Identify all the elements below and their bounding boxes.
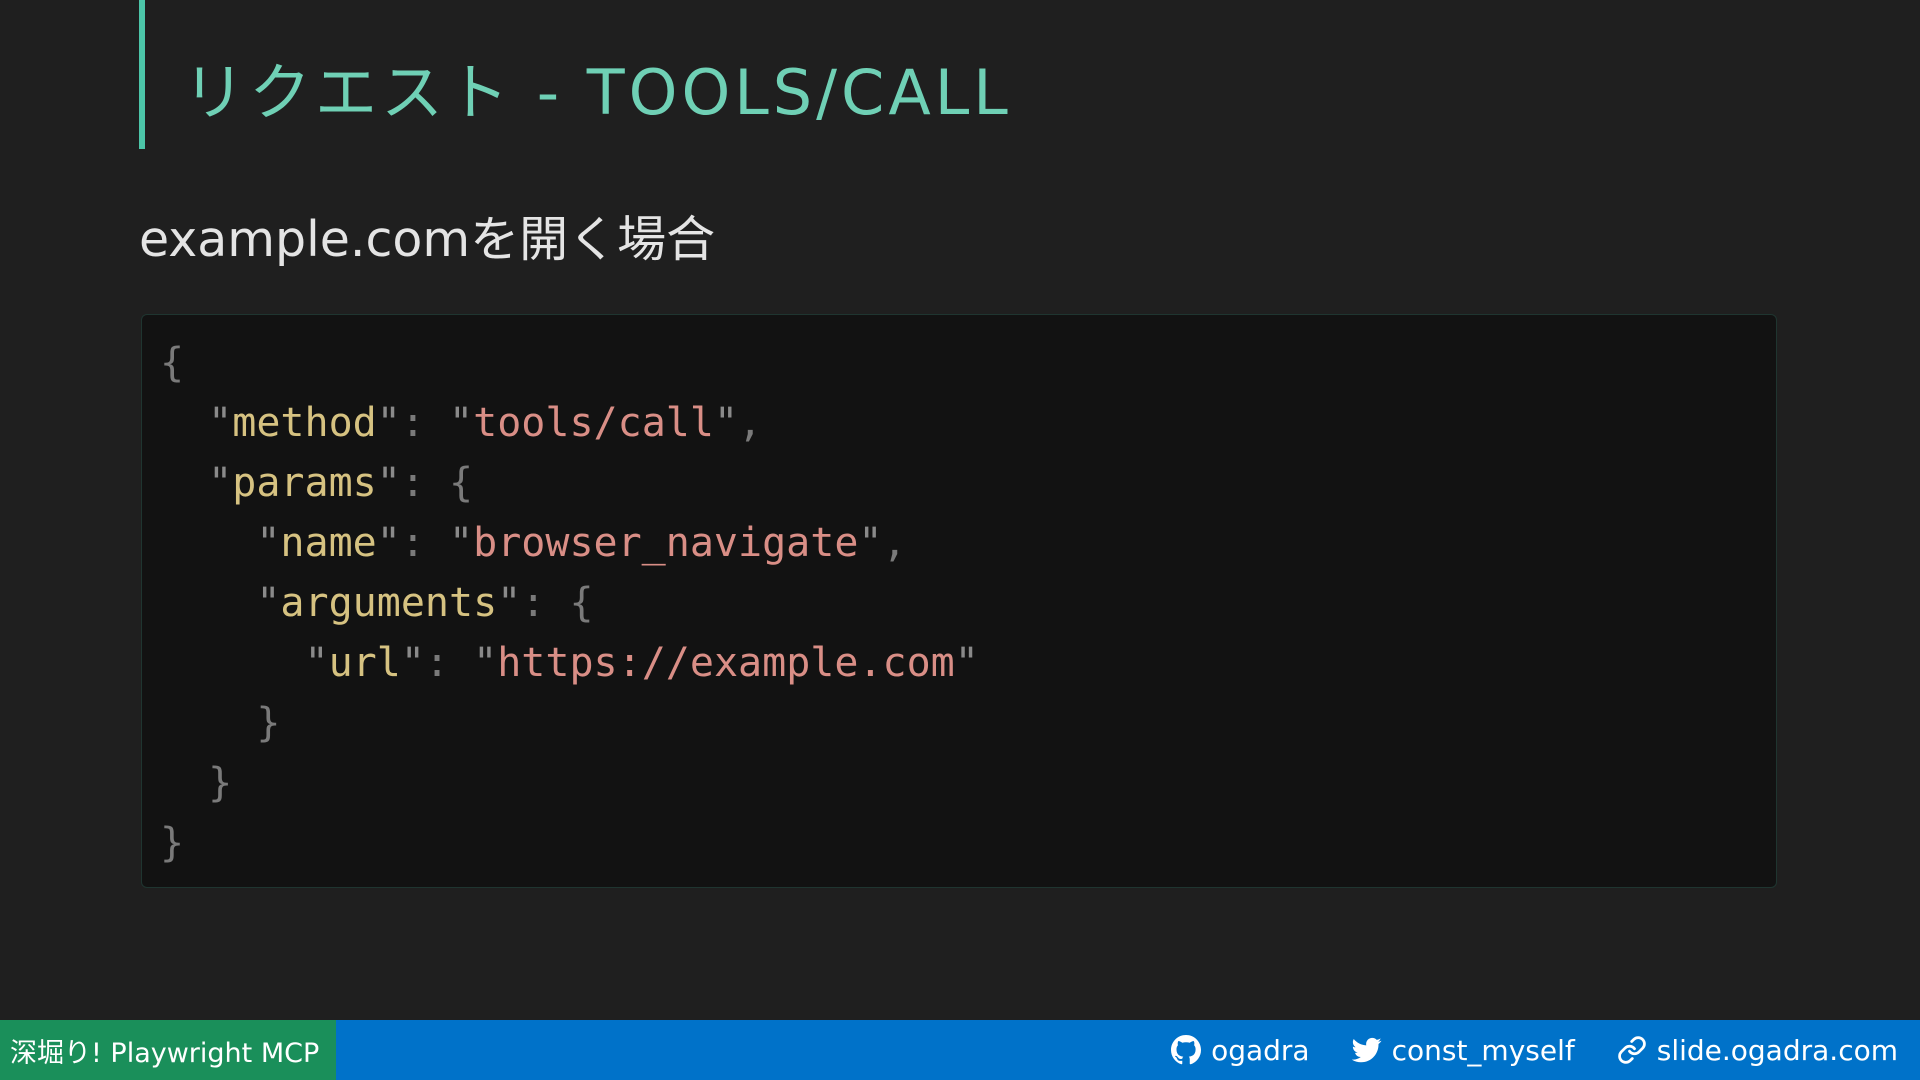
github-handle: ogadra xyxy=(1211,1033,1310,1067)
footer-bar: 深堀り! Playwright MCP ogadra const_myself … xyxy=(0,1020,1920,1080)
slide-subtitle: example.comを開く場合 xyxy=(139,211,716,268)
json-key-arguments: arguments xyxy=(280,580,498,626)
json-key-method: method xyxy=(232,400,377,446)
code-block: { "method": "tools/call", "params": { "n… xyxy=(141,314,1777,888)
json-key-name: name xyxy=(280,520,377,566)
json-key-url: url xyxy=(328,640,401,686)
slide-title: リクエスト - TOOLS/CALL xyxy=(183,56,1012,129)
twitter-handle: const_myself xyxy=(1391,1033,1575,1067)
website-link[interactable]: slide.ogadra.com xyxy=(1617,1034,1898,1067)
twitter-link[interactable]: const_myself xyxy=(1351,1033,1575,1067)
twitter-icon xyxy=(1351,1035,1382,1065)
website-url: slide.ogadra.com xyxy=(1656,1033,1898,1067)
title-accent-bar xyxy=(139,0,145,149)
link-icon xyxy=(1617,1035,1647,1065)
json-value-method: tools/call xyxy=(473,400,714,446)
json-key-params: params xyxy=(232,460,377,506)
github-icon xyxy=(1171,1035,1202,1065)
footer-links: ogadra const_myself slide.ogadra.com xyxy=(1171,1020,1898,1080)
presentation-title: 深堀り! Playwright MCP xyxy=(0,1020,336,1080)
json-value-url: https://example.com xyxy=(497,640,955,686)
json-value-name: browser_navigate xyxy=(473,520,859,566)
code-close-brace: } xyxy=(160,820,185,866)
code-open-brace: { xyxy=(160,340,185,386)
github-link[interactable]: ogadra xyxy=(1171,1034,1310,1067)
code-content: { "method": "tools/call", "params": { "n… xyxy=(160,340,979,866)
